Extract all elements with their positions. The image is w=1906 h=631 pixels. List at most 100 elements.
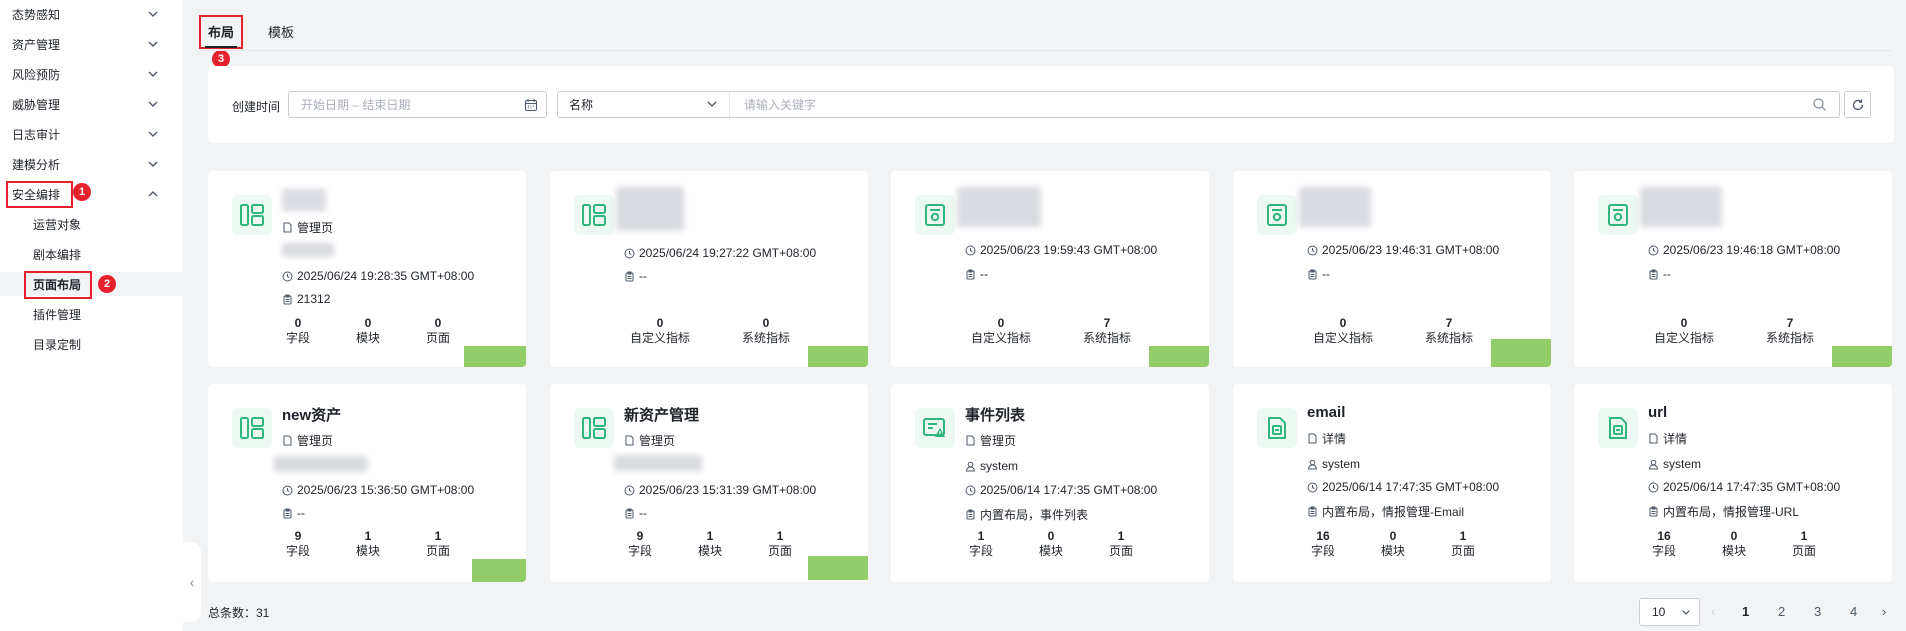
layout-card[interactable]: url 详情 system 2025/06/14 17:47:35 GMT+08… xyxy=(1574,384,1892,582)
card-title[interactable]: 新资产管理 xyxy=(624,404,699,425)
page-button-1[interactable]: 1 xyxy=(1742,604,1749,619)
sidebar-subitem-catalog-customization[interactable]: 目录定制 xyxy=(0,332,183,356)
redacted-title xyxy=(282,189,326,211)
layout-card[interactable]: 事件列表 管理页 system 2025/06/14 17:47:35 GMT+… xyxy=(891,384,1209,582)
layout-card[interactable]: email 详情 system 2025/06/14 17:47:35 GMT+… xyxy=(1233,384,1551,582)
stat-pages: 1 页面 xyxy=(425,529,451,558)
sidebar-subitem-plugin-management[interactable]: 插件管理 xyxy=(0,302,183,326)
card-title[interactable]: url xyxy=(1648,404,1667,421)
corner-decoration xyxy=(1149,346,1209,367)
layout-card[interactable]: 2025/06/23 19:46:31 GMT+08:00 -- 0 自定义指标 … xyxy=(1233,171,1551,367)
stat-custom-metrics: 0 自定义指标 xyxy=(970,316,1032,345)
page-size-select[interactable]: 10 xyxy=(1639,598,1700,626)
clipboard-icon xyxy=(966,509,975,520)
card-timestamp: 2025/06/24 19:27:22 GMT+08:00 xyxy=(624,246,816,260)
prev-page-button[interactable]: ‹ xyxy=(1711,604,1715,619)
card-timestamp: 2025/06/23 19:46:18 GMT+08:00 xyxy=(1648,243,1840,257)
sidebar-collapse-button[interactable]: ‹ xyxy=(183,542,201,622)
redacted-title xyxy=(1299,187,1371,227)
dashboard-icon xyxy=(1257,195,1297,235)
sidebar-subitem-playbook-orchestration[interactable]: 剧本编排 xyxy=(0,242,183,266)
sidebar-item-log-audit[interactable]: 日志审计 xyxy=(0,122,183,146)
clock-icon xyxy=(965,245,976,255)
card-description: -- xyxy=(1648,267,1671,281)
detail-icon xyxy=(1598,408,1638,448)
chevron-left-icon: ‹ xyxy=(1711,604,1716,619)
sidebar-subitem-operation-objects[interactable]: 运营对象 xyxy=(0,212,183,236)
annotation-badge-1: 1 xyxy=(73,183,91,201)
stat-fields: 1 字段 xyxy=(968,529,994,558)
clipboard-icon xyxy=(625,508,634,518)
card-timestamp: 2025/06/23 15:36:50 GMT+08:00 xyxy=(282,483,474,497)
clipboard-icon xyxy=(1649,506,1658,517)
tab-layout[interactable]: 布局 xyxy=(208,22,234,41)
sidebar-item-asset-management[interactable]: 资产管理 xyxy=(0,32,183,56)
chevron-right-icon: › xyxy=(1882,604,1887,619)
redacted-title xyxy=(957,187,1041,227)
dashboard-icon xyxy=(1598,195,1638,235)
page-button-4[interactable]: 4 xyxy=(1850,604,1857,619)
card-timestamp: 2025/06/23 19:59:43 GMT+08:00 xyxy=(965,243,1157,257)
stat-custom-metrics: 0 自定义指标 xyxy=(1653,316,1715,345)
chevron-down-icon xyxy=(148,161,158,167)
date-range-picker[interactable]: 开始日期 – 结束日期 xyxy=(288,91,547,118)
corner-decoration xyxy=(464,346,526,367)
tab-template[interactable]: 模板 xyxy=(268,22,294,41)
layout-card[interactable]: 2025/06/23 19:59:43 GMT+08:00 -- 0 自定义指标 … xyxy=(891,171,1209,367)
card-title[interactable]: 事件列表 xyxy=(965,404,1025,425)
layout-icon xyxy=(232,408,272,448)
page-size-value: 10 xyxy=(1652,605,1666,619)
field-select[interactable]: 名称 xyxy=(558,92,730,117)
stat-system-metrics: 0 系统指标 xyxy=(741,316,791,345)
corner-decoration xyxy=(1491,339,1551,367)
chevron-down-icon xyxy=(1682,610,1690,615)
clock-icon xyxy=(965,485,976,495)
layout-card[interactable]: 2025/06/24 19:27:22 GMT+08:00 -- 0 自定义指标 … xyxy=(550,171,868,367)
sidebar-item-threat-management[interactable]: 威胁管理 xyxy=(0,92,183,116)
redacted-user xyxy=(282,243,334,257)
stat-pages: 1 页面 xyxy=(767,529,793,558)
stat-custom-metrics: 0 自定义指标 xyxy=(629,316,691,345)
date-range-placeholder: 开始日期 – 结束日期 xyxy=(301,98,411,112)
layout-card[interactable]: 新资产管理 管理页 2025/06/23 15:31:39 GMT+08:00 … xyxy=(550,384,868,582)
chevron-left-icon: ‹ xyxy=(189,574,195,590)
card-description: 内置布局，情报管理-URL xyxy=(1648,503,1799,520)
search-icon[interactable] xyxy=(1812,97,1827,112)
stat-modules: 0 模块 xyxy=(1380,529,1406,558)
card-title[interactable]: new资产 xyxy=(282,404,341,425)
redacted-user xyxy=(274,456,368,472)
search-input[interactable]: 请输入关键字 xyxy=(744,92,1804,117)
card-title[interactable]: email xyxy=(1307,404,1345,421)
stat-pages: 1 页面 xyxy=(1108,529,1134,558)
document-icon xyxy=(625,435,634,446)
page-button-3[interactable]: 3 xyxy=(1814,604,1821,619)
next-page-button[interactable]: › xyxy=(1882,604,1886,619)
card-type: 详情 xyxy=(1307,430,1346,447)
sidebar-item-risk-prevention[interactable]: 风险预防 xyxy=(0,62,183,86)
layout-card[interactable]: 2025/06/23 19:46:18 GMT+08:00 -- 0 自定义指标 … xyxy=(1574,171,1892,367)
card-user: system xyxy=(965,459,1018,473)
redacted-title xyxy=(616,187,684,231)
card-description: -- xyxy=(624,269,647,283)
card-type: 详情 xyxy=(1648,430,1687,447)
layout-card[interactable]: 管理页 2025/06/24 19:28:35 GMT+08:00 21312 … xyxy=(208,171,526,367)
refresh-button[interactable] xyxy=(1844,91,1871,118)
layout-card[interactable]: new资产 管理页 2025/06/23 15:36:50 GMT+08:00 … xyxy=(208,384,526,582)
document-icon xyxy=(1649,433,1658,444)
clock-icon xyxy=(624,485,635,495)
card-type: 管理页 xyxy=(965,432,1016,449)
sidebar-item-situation-awareness[interactable]: 态势感知 xyxy=(0,2,183,26)
chevron-down-icon xyxy=(148,41,158,47)
layout-icon xyxy=(574,408,614,448)
sidebar: 态势感知 资产管理 风险预防 威胁管理 日志审计 建模分析 安全编排 运营对象 … xyxy=(0,0,183,631)
card-description: -- xyxy=(1307,267,1330,281)
chevron-down-icon xyxy=(148,101,158,107)
redacted-title xyxy=(1640,187,1722,227)
search-placeholder: 请输入关键字 xyxy=(744,98,817,112)
stat-system-metrics: 7 系统指标 xyxy=(1082,316,1132,345)
card-description: 内置布局，情报管理-Email xyxy=(1307,503,1464,520)
sidebar-item-modeling-analysis[interactable]: 建模分析 xyxy=(0,152,183,176)
stat-system-metrics: 7 系统指标 xyxy=(1424,316,1474,345)
card-type: 管理页 xyxy=(282,219,333,236)
page-button-2[interactable]: 2 xyxy=(1778,604,1785,619)
